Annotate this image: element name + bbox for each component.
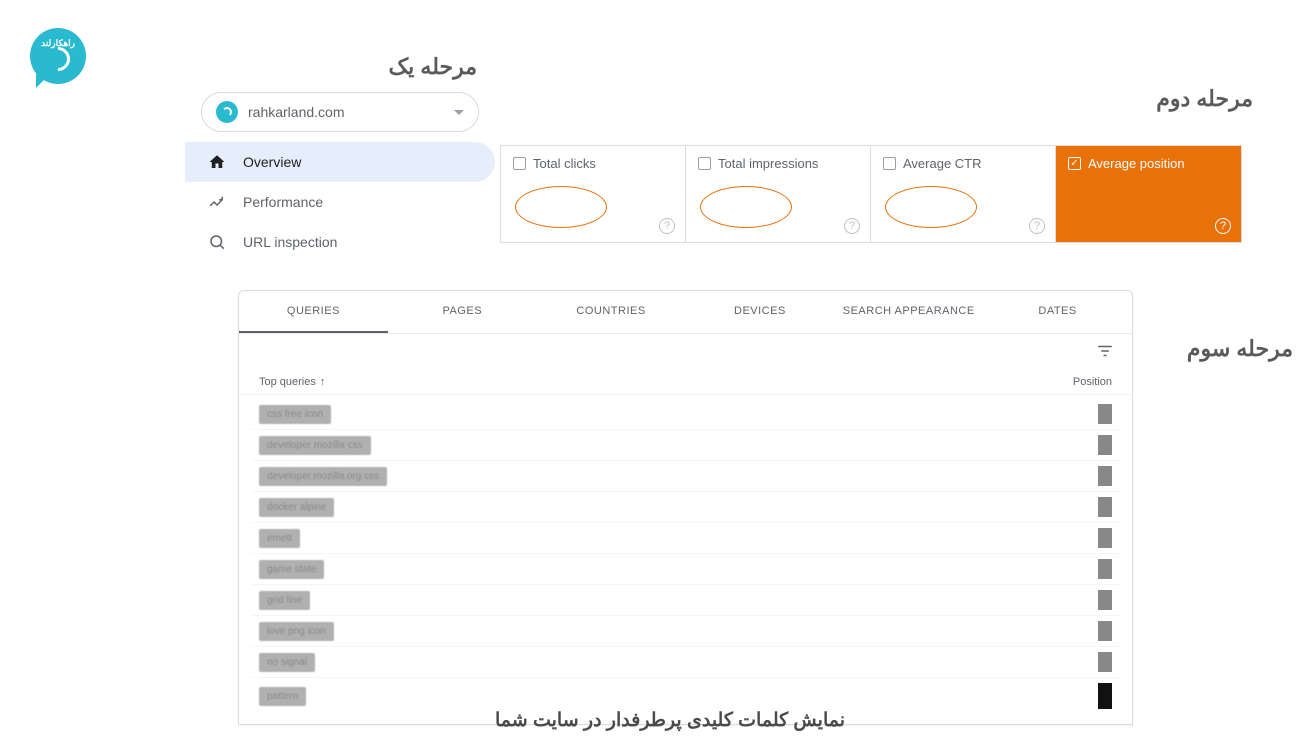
help-icon[interactable]: ? [659,218,675,234]
checkbox-icon [698,157,711,170]
checkbox-icon [883,157,896,170]
search-icon [207,232,227,252]
tab-devices[interactable]: DEVICES [685,291,834,333]
position-cell [1098,621,1112,641]
brand-logo: راهکارلند [30,28,86,84]
metric-average-ctr[interactable]: Average CTR ? [871,146,1056,242]
position-cell [1098,559,1112,579]
metric-label: Average position [1088,156,1185,171]
tab-dates[interactable]: DATES [983,291,1132,333]
metric-total-impressions[interactable]: Total impressions ? [686,146,871,242]
sidebar: مرحله یک rahkarland.com Overview Perform… [185,48,495,262]
nav-label: URL inspection [243,234,337,250]
trend-icon [207,192,227,212]
table-row[interactable]: game state [251,554,1120,585]
table-row[interactable]: css free icon [251,399,1120,430]
sort-up-icon: ↑ [320,376,326,388]
table-row[interactable]: grid line [251,585,1120,616]
query-cell: game state [259,560,324,579]
table-row[interactable]: no signal [251,647,1120,678]
tab-queries[interactable]: QUERIES [239,291,388,333]
query-cell: docker alpine [259,498,334,517]
table-row[interactable]: developer mozilla css [251,430,1120,461]
step-one-label: مرحله یک [185,48,495,88]
table-body: css free icon developer mozilla css develo… [239,395,1132,724]
table-row[interactable]: developer.mozilla.org css [251,461,1120,492]
position-cell [1098,435,1112,455]
step-three-label: مرحله سوم [1187,336,1293,362]
tab-search-appearance[interactable]: SEARCH APPEARANCE [834,291,983,333]
tab-pages[interactable]: PAGES [388,291,537,333]
checkbox-icon [1068,157,1081,170]
sidebar-item-performance[interactable]: Performance [185,182,495,222]
help-icon[interactable]: ? [844,218,860,234]
position-cell [1098,497,1112,517]
position-cell [1098,590,1112,610]
table-tabs: QUERIES PAGES COUNTRIES DEVICES SEARCH A… [239,291,1132,334]
column-top-queries[interactable]: Top queries↑ [259,376,325,388]
metric-total-clicks[interactable]: Total clicks ? [501,146,686,242]
help-icon[interactable]: ? [1215,218,1231,234]
query-cell: love png icon [259,622,334,641]
table-row[interactable]: emett [251,523,1120,554]
nav-label: Performance [243,194,323,210]
queries-table-card: QUERIES PAGES COUNTRIES DEVICES SEARCH A… [238,290,1133,725]
nav-label: Overview [243,154,301,170]
property-icon [216,101,238,123]
position-cell [1098,683,1112,709]
metric-label: Total impressions [718,156,818,171]
checkbox-icon [513,157,526,170]
query-cell: emett [259,529,300,548]
step-two-label: مرحله دوم [1156,86,1253,112]
footer-caption: نمایش کلمات کلیدی پرطرفدار در سایت شما [420,709,920,732]
query-cell: grid line [259,591,310,610]
query-cell: developer mozilla css [259,436,371,455]
highlight-oval [515,186,607,228]
metric-label: Total clicks [533,156,596,171]
query-cell: pattern [259,687,306,706]
query-cell: no signal [259,653,315,672]
chevron-down-icon [454,110,464,115]
position-cell [1098,466,1112,486]
query-cell: css free icon [259,405,331,424]
query-cell: developer.mozilla.org css [259,467,387,486]
sidebar-item-url-inspection[interactable]: URL inspection [185,222,495,262]
highlight-oval [885,186,977,228]
table-row[interactable]: love png icon [251,616,1120,647]
filter-icon[interactable] [1096,342,1114,360]
tab-countries[interactable]: COUNTRIES [537,291,686,333]
property-selector[interactable]: rahkarland.com [201,92,479,132]
property-domain: rahkarland.com [248,104,444,120]
table-header: Top queries↑ Position [239,368,1132,395]
sidebar-item-overview[interactable]: Overview [185,142,495,182]
position-cell [1098,652,1112,672]
metrics-cards: Total clicks ? Total impressions ? Avera… [500,145,1242,243]
help-icon[interactable]: ? [1029,218,1045,234]
table-row[interactable]: docker alpine [251,492,1120,523]
highlight-oval [700,186,792,228]
position-cell [1098,404,1112,424]
column-position[interactable]: Position [1073,376,1112,388]
metric-label: Average CTR [903,156,982,171]
metric-average-position[interactable]: Average position ? [1056,146,1241,242]
position-cell [1098,528,1112,548]
home-icon [207,152,227,172]
